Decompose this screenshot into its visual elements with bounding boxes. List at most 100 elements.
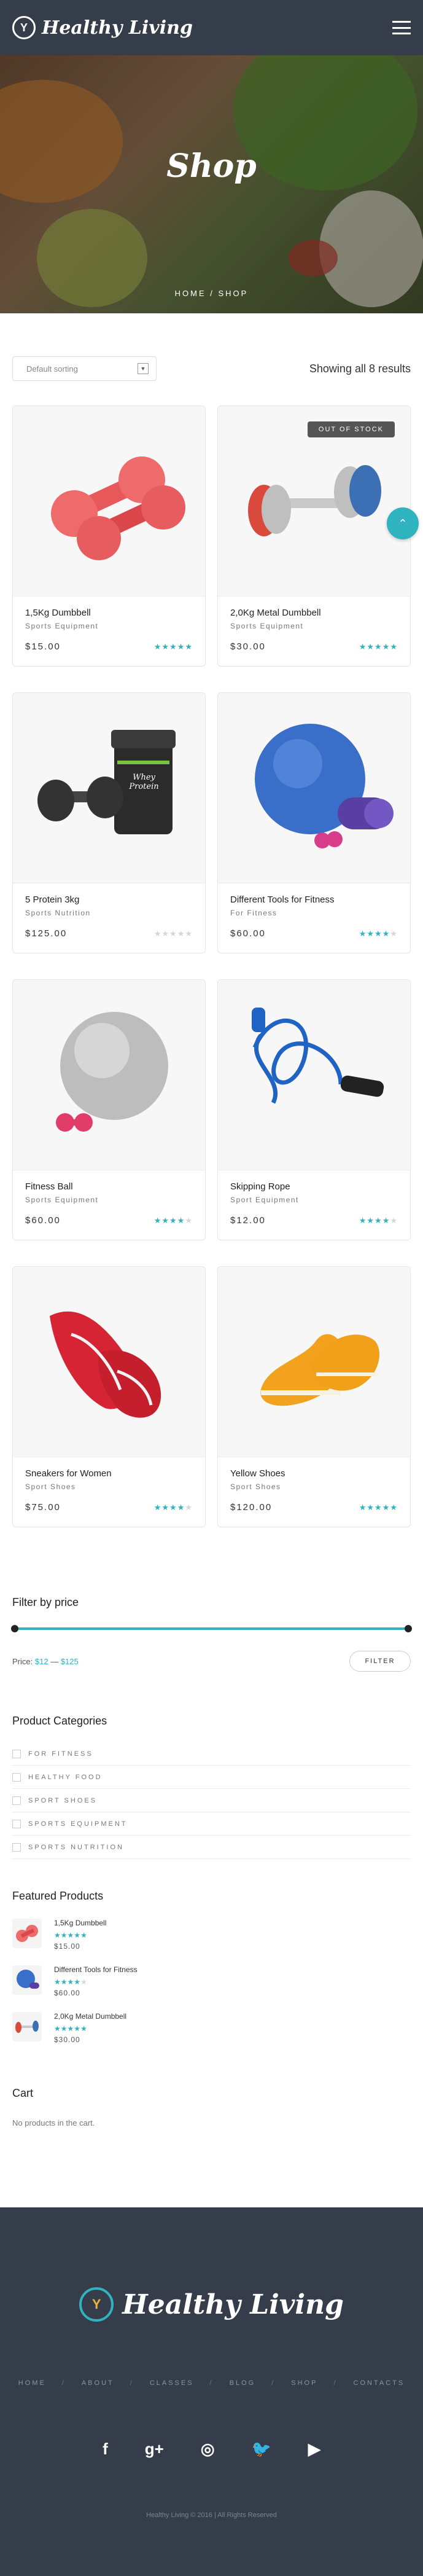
- category-item[interactable]: FOR FITNESS: [12, 1742, 411, 1766]
- product-image[interactable]: [218, 1267, 410, 1457]
- hamburger-icon[interactable]: [392, 21, 411, 34]
- footer-nav: HOME / ABOUT / CLASSES / BLOG / SHOP / CONTAC…: [0, 2379, 423, 2387]
- footer-nav-shop[interactable]: SHOP: [291, 2379, 317, 2387]
- widget-title: Filter by price: [12, 1596, 79, 1608]
- product-category[interactable]: Sports Equipment: [25, 1196, 193, 1204]
- star-icon: ★: [60, 2024, 68, 2033]
- product-image[interactable]: [218, 980, 410, 1170]
- facebook-icon[interactable]: f: [103, 2440, 108, 2459]
- product-card[interactable]: Yellow Shoes Sport Shoes $120.00 ★★★★★: [217, 1266, 411, 1527]
- product-category[interactable]: Sport Shoes: [25, 1482, 193, 1491]
- sort-select[interactable]: Default sorting ▼: [12, 356, 157, 381]
- protein-illustration: [37, 730, 176, 834]
- product-card[interactable]: Whey Protein 5 Protein 3kg Sports Nutrit…: [12, 692, 206, 953]
- featured-list: 1,5Kg Dumbbell ★★★★★ $15.00 Different To…: [12, 1919, 411, 2059]
- star-icon: ★: [390, 1215, 398, 1225]
- product-name[interactable]: 5 Protein 3kg: [25, 895, 193, 905]
- star-icon: ★: [54, 2024, 61, 2033]
- product-card[interactable]: 1,5Kg Dumbbell Sports Equipment $15.00 ★…: [12, 405, 206, 667]
- scroll-to-top-button[interactable]: ⌃: [387, 507, 419, 539]
- product-image[interactable]: Whey Protein: [13, 693, 205, 883]
- product-category[interactable]: Sport Shoes: [230, 1482, 398, 1491]
- product-category[interactable]: Sport Equipment: [230, 1196, 398, 1204]
- footer-nav-home[interactable]: HOME: [18, 2379, 46, 2387]
- instagram-icon[interactable]: ◎: [201, 2440, 215, 2459]
- star-icon: ★: [390, 641, 398, 651]
- breadcrumb[interactable]: HOME / SHOP: [0, 289, 423, 298]
- featured-name[interactable]: Different Tools for Fitness: [54, 1965, 138, 1974]
- widget-title: Featured Products: [12, 1890, 104, 1902]
- footer-nav-blog[interactable]: BLOG: [230, 2379, 256, 2387]
- product-price: $60.00: [25, 1215, 61, 1226]
- category-label: SPORTS EQUIPMENT: [28, 1820, 128, 1828]
- product-name[interactable]: Yellow Shoes: [230, 1468, 398, 1479]
- product-card[interactable]: Different Tools for Fitness For Fitness …: [217, 692, 411, 953]
- category-item[interactable]: HEALTHY FOOD: [12, 1766, 411, 1789]
- star-icon: ★: [359, 1215, 367, 1225]
- product-image[interactable]: [218, 693, 410, 883]
- footer-nav-classes[interactable]: CLASSES: [150, 2379, 194, 2387]
- product-card[interactable]: Skipping Rope Sport Equipment $12.00 ★★★…: [217, 979, 411, 1240]
- product-category[interactable]: Sports Equipment: [230, 622, 398, 630]
- price-slider[interactable]: [11, 1625, 412, 1632]
- star-icon: ★: [153, 641, 162, 651]
- star-icon: ★: [169, 1502, 177, 1512]
- checkbox-icon: [12, 1772, 21, 1782]
- price-slider-min-handle[interactable]: [11, 1625, 18, 1632]
- star-icon: ★: [367, 1215, 375, 1225]
- product-name[interactable]: Sneakers for Women: [25, 1468, 193, 1479]
- product-price: $60.00: [230, 928, 266, 939]
- category-item[interactable]: SPORTS NUTRITION: [12, 1836, 411, 1859]
- product-price: $75.00: [25, 1502, 61, 1513]
- product-name[interactable]: Fitness Ball: [25, 1181, 193, 1192]
- footer-logo[interactable]: Y Healthy Living: [0, 2287, 423, 2322]
- product-name[interactable]: Different Tools for Fitness: [230, 895, 398, 905]
- twitter-icon[interactable]: 🐦: [252, 2440, 271, 2459]
- filter-button[interactable]: FILTER: [349, 1651, 411, 1672]
- product-name[interactable]: 1,5Kg Dumbbell: [25, 608, 193, 618]
- product-card[interactable]: OUT OF STOCK ⌃ 2,0Kg Metal Dumbbell Spor…: [217, 405, 419, 667]
- product-card[interactable]: Fitness Ball Sports Equipment $60.00 ★★★…: [12, 979, 206, 1240]
- page-title: Shop: [166, 147, 257, 185]
- product-category[interactable]: Sports Nutrition: [25, 909, 193, 917]
- featured-item[interactable]: Different Tools for Fitness ★★★★★ $60.00: [12, 1965, 411, 2012]
- rating-stars: ★★★★★: [359, 929, 398, 939]
- star-icon: ★: [185, 1215, 193, 1225]
- star-icon: ★: [185, 641, 193, 651]
- star-icon: ★: [67, 2024, 74, 2033]
- copyright: Healthy Living © 2016 | All Rights Reser…: [146, 2511, 277, 2519]
- product-name[interactable]: Skipping Rope: [230, 1181, 398, 1192]
- footer-nav-contacts[interactable]: CONTACTS: [354, 2379, 405, 2387]
- featured-thumbnail[interactable]: [12, 1965, 42, 1995]
- price-slider-max-handle[interactable]: [405, 1625, 412, 1632]
- product-image[interactable]: [13, 406, 205, 597]
- category-item[interactable]: SPORTS EQUIPMENT: [12, 1812, 411, 1836]
- featured-item[interactable]: 2,0Kg Metal Dumbbell ★★★★★ $30.00: [12, 2012, 411, 2059]
- rating-stars: ★★★★★: [154, 929, 193, 939]
- product-image[interactable]: [13, 980, 205, 1170]
- featured-name[interactable]: 1,5Kg Dumbbell: [54, 1919, 106, 1927]
- star-icon: ★: [169, 928, 177, 938]
- footer-nav-about[interactable]: ABOUT: [82, 2379, 114, 2387]
- product-category[interactable]: For Fitness: [230, 909, 398, 917]
- google-plus-icon[interactable]: g+: [145, 2440, 164, 2459]
- product-image[interactable]: [13, 1267, 205, 1457]
- category-item[interactable]: SPORT SHOES: [12, 1789, 411, 1812]
- product-card[interactable]: Sneakers for Women Sport Shoes $75.00 ★★…: [12, 1266, 206, 1527]
- featured-thumbnail[interactable]: [12, 1919, 42, 1948]
- star-icon: ★: [153, 1215, 162, 1225]
- featured-thumbnail[interactable]: [12, 2012, 42, 2042]
- category-list: FOR FITNESS HEALTHY FOOD SPORT SHOES SPO…: [12, 1742, 411, 1859]
- out-of-stock-badge: OUT OF STOCK: [307, 421, 395, 437]
- star-icon: ★: [367, 928, 375, 938]
- checkbox-icon: [12, 1842, 21, 1852]
- star-icon: ★: [54, 1931, 61, 1940]
- featured-price: $30.00: [54, 2035, 80, 2044]
- product-name[interactable]: 2,0Kg Metal Dumbbell: [230, 608, 398, 618]
- site-logo[interactable]: Y Healthy Living: [12, 16, 193, 39]
- featured-name[interactable]: 2,0Kg Metal Dumbbell: [54, 2012, 126, 2021]
- youtube-icon[interactable]: ▶: [308, 2440, 320, 2459]
- featured-item[interactable]: 1,5Kg Dumbbell ★★★★★ $15.00: [12, 1919, 411, 1965]
- star-icon: ★: [60, 1931, 68, 1940]
- product-category[interactable]: Sports Equipment: [25, 622, 193, 630]
